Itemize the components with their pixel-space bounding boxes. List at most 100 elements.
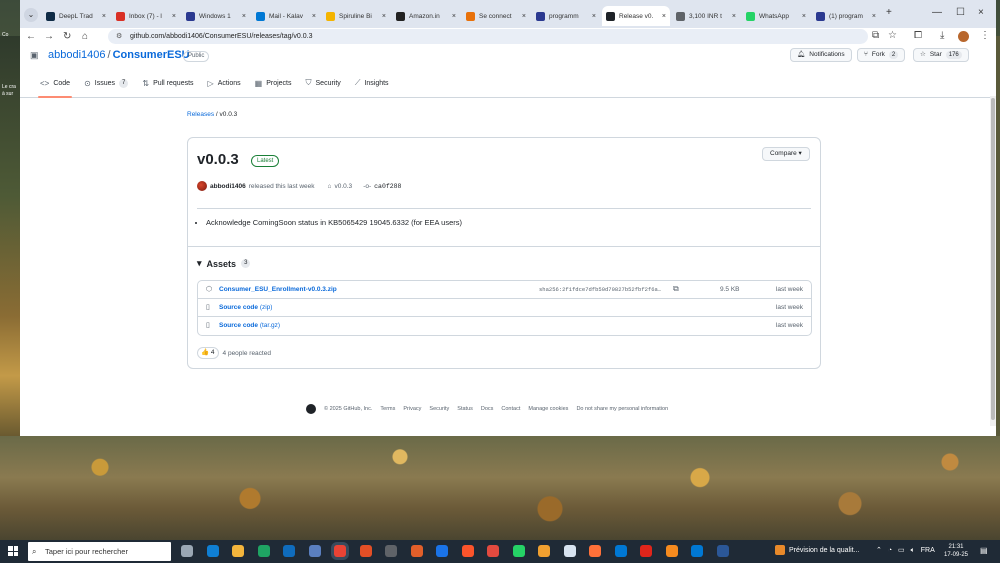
- tab-issues[interactable]: ⊙ Issues 7: [84, 78, 129, 96]
- taskbar-app-icon[interactable]: [614, 545, 627, 557]
- tab-close-icon[interactable]: ×: [802, 13, 806, 20]
- taskbar-app-icon[interactable]: [308, 545, 321, 557]
- tab-insights[interactable]: ⟋ Insights: [355, 78, 389, 96]
- taskbar-app-icon[interactable]: [563, 545, 576, 557]
- taskbar-app-icon[interactable]: [334, 545, 346, 557]
- bookmark-star-icon[interactable]: ☆: [888, 30, 897, 41]
- minimize-icon[interactable]: —: [932, 7, 942, 18]
- assets-toggle[interactable]: ▾ Assets 3: [197, 258, 251, 269]
- taskbar-app-icon[interactable]: [538, 545, 550, 557]
- asset-link[interactable]: Source code (tar.gz): [219, 322, 280, 329]
- forward-icon[interactable]: →: [44, 31, 54, 42]
- taskbar-search-input[interactable]: ⌕ Taper ici pour rechercher: [28, 542, 171, 561]
- tab-close-icon[interactable]: ×: [872, 13, 876, 20]
- scrollbar[interactable]: [990, 96, 996, 426]
- footer-link[interactable]: Terms: [380, 406, 395, 412]
- profile-avatar[interactable]: [958, 31, 969, 42]
- tray-network-icon[interactable]: ◔: [888, 547, 892, 554]
- new-tab-button[interactable]: +: [886, 7, 892, 18]
- downloads-icon[interactable]: ⤓: [940, 30, 944, 41]
- footer-link[interactable]: Docs: [481, 406, 494, 412]
- install-app-icon[interactable]: ⧉: [872, 30, 879, 41]
- tab-close-icon[interactable]: ×: [102, 13, 106, 20]
- repo-name-link[interactable]: ConsumerESU: [113, 49, 190, 61]
- repo-owner-link[interactable]: abbodi1406: [48, 49, 106, 61]
- tab-projects[interactable]: ▦ Projects: [255, 78, 292, 96]
- taskbar-app-icon[interactable]: [512, 545, 525, 557]
- avatar[interactable]: [197, 181, 207, 191]
- tab-close-icon[interactable]: ×: [172, 13, 176, 20]
- tab-close-icon[interactable]: ×: [312, 13, 316, 20]
- tab-close-icon[interactable]: ×: [732, 13, 736, 20]
- breadcrumb-releases-link[interactable]: Releases: [187, 111, 214, 118]
- github-logo-icon[interactable]: [306, 404, 316, 414]
- back-icon[interactable]: ←: [26, 31, 36, 42]
- menu-kebab-icon[interactable]: ⋮: [980, 30, 990, 41]
- tab-search-icon[interactable]: ⌄: [24, 8, 38, 22]
- footer-link[interactable]: Privacy: [403, 406, 421, 412]
- browser-tab[interactable]: 3,100 INR t ×: [672, 6, 740, 26]
- copy-icon[interactable]: ⧉: [673, 284, 679, 294]
- taskbar-app-icon[interactable]: [385, 545, 397, 557]
- taskbar-app-icon[interactable]: [665, 545, 678, 557]
- tab-close-icon[interactable]: ×: [592, 13, 596, 20]
- star-button[interactable]: ☆ Star 176: [913, 48, 969, 62]
- taskbar-app-icon[interactable]: [640, 545, 652, 557]
- tag-link[interactable]: v0.0.3: [334, 183, 352, 190]
- tray-volume-icon[interactable]: 🔈︎: [911, 547, 915, 554]
- clock[interactable]: 21:31 17-09-25: [944, 543, 968, 559]
- extensions-icon[interactable]: ⧠: [914, 30, 922, 41]
- tab-close-icon[interactable]: ×: [242, 13, 246, 20]
- fork-button[interactable]: ⑂ Fork 2: [857, 48, 906, 62]
- browser-tab[interactable]: Spiruline Bi ×: [322, 6, 390, 26]
- browser-tab[interactable]: (1) program ×: [812, 6, 880, 26]
- taskbar-app-icon[interactable]: [691, 545, 703, 557]
- weather-widget[interactable]: Prévision de la qualit...: [775, 545, 859, 555]
- reaction-button[interactable]: 👍 4: [197, 347, 219, 359]
- browser-tab[interactable]: Inbox (7) - l ×: [112, 6, 180, 26]
- taskbar-app-icon[interactable]: [410, 545, 423, 557]
- taskbar-app-icon[interactable]: [589, 545, 601, 557]
- reload-icon[interactable]: ↻: [63, 31, 71, 42]
- address-bar[interactable]: ⚙ github.com/abbodi1406/ConsumerESU/rele…: [108, 29, 868, 44]
- tab-close-icon[interactable]: ×: [662, 13, 666, 20]
- language-indicator[interactable]: FRA: [921, 547, 935, 554]
- browser-tab[interactable]: programm ×: [532, 6, 600, 26]
- close-window-icon[interactable]: ×: [978, 7, 984, 18]
- system-tray[interactable]: ⌃ ◔ ▭ 🔈︎ FRA: [876, 546, 935, 555]
- footer-link[interactable]: Security: [429, 406, 449, 412]
- footer-link[interactable]: Status: [457, 406, 473, 412]
- taskbar-app-icon[interactable]: [181, 545, 193, 557]
- browser-tab[interactable]: Se connect ×: [462, 6, 530, 26]
- browser-tab[interactable]: Mail - Kalav ×: [252, 6, 320, 26]
- tab-close-icon[interactable]: ×: [452, 13, 456, 20]
- taskbar-app-icon[interactable]: [461, 545, 474, 557]
- taskbar-app-icon[interactable]: [257, 545, 270, 557]
- site-info-icon[interactable]: ⚙: [116, 29, 122, 44]
- taskbar-app-icon[interactable]: [283, 545, 295, 557]
- notification-center-icon[interactable]: ▤: [980, 546, 988, 555]
- scrollbar-thumb[interactable]: [991, 98, 995, 420]
- author-link[interactable]: abbodi1406: [210, 183, 246, 190]
- browser-tab[interactable]: DeepL Trad ×: [42, 6, 110, 26]
- taskbar-app-icon[interactable]: [436, 545, 448, 557]
- windows-start-icon[interactable]: [8, 546, 18, 556]
- browser-tab[interactable]: Release v0. ×: [602, 6, 670, 26]
- taskbar-app-icon[interactable]: [359, 545, 372, 557]
- browser-tab[interactable]: Amazon.in ×: [392, 6, 460, 26]
- tab-code[interactable]: <> Code: [37, 78, 73, 98]
- commit-link[interactable]: ca0f288: [374, 183, 401, 190]
- taskbar-app-icon[interactable]: [206, 545, 219, 557]
- compare-button[interactable]: Compare ▾: [762, 147, 810, 161]
- tray-chevron-icon[interactable]: ⌃: [876, 547, 882, 554]
- taskbar-app-icon[interactable]: [232, 545, 244, 557]
- browser-tab[interactable]: WhatsApp ×: [742, 6, 810, 26]
- tab-security[interactable]: ⛉ Security: [306, 78, 341, 96]
- home-icon[interactable]: ⌂: [82, 31, 88, 42]
- maximize-icon[interactable]: ☐: [956, 7, 965, 18]
- notifications-button[interactable]: 🔔︎ Notifications: [790, 48, 852, 62]
- tab-actions[interactable]: ▷ Actions: [208, 78, 241, 96]
- tab-close-icon[interactable]: ×: [522, 13, 526, 20]
- tab-close-icon[interactable]: ×: [382, 13, 386, 20]
- tray-battery-icon[interactable]: ▭: [898, 547, 905, 554]
